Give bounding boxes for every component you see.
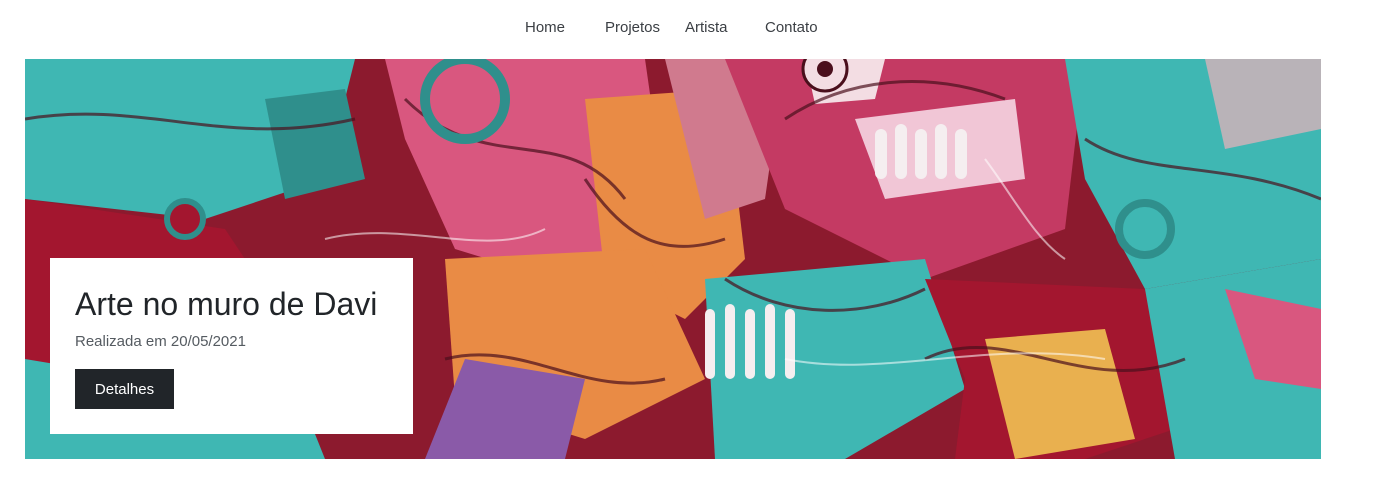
nav-link-projetos[interactable]: Projetos: [605, 18, 660, 38]
top-navigation: Home Projetos Artista Contato: [0, 0, 1388, 56]
project-title: Arte no muro de Davi: [75, 286, 378, 322]
project-date: Realizada em 20/05/2021: [75, 333, 246, 350]
details-button[interactable]: Detalhes: [75, 369, 174, 409]
nav-link-home[interactable]: Home: [525, 18, 565, 38]
hero-banner: Arte no muro de Davi Realizada em 20/05/…: [25, 59, 1321, 459]
project-card: Arte no muro de Davi Realizada em 20/05/…: [50, 258, 413, 434]
nav-link-artista[interactable]: Artista: [685, 18, 728, 38]
nav-link-contato[interactable]: Contato: [765, 18, 818, 38]
